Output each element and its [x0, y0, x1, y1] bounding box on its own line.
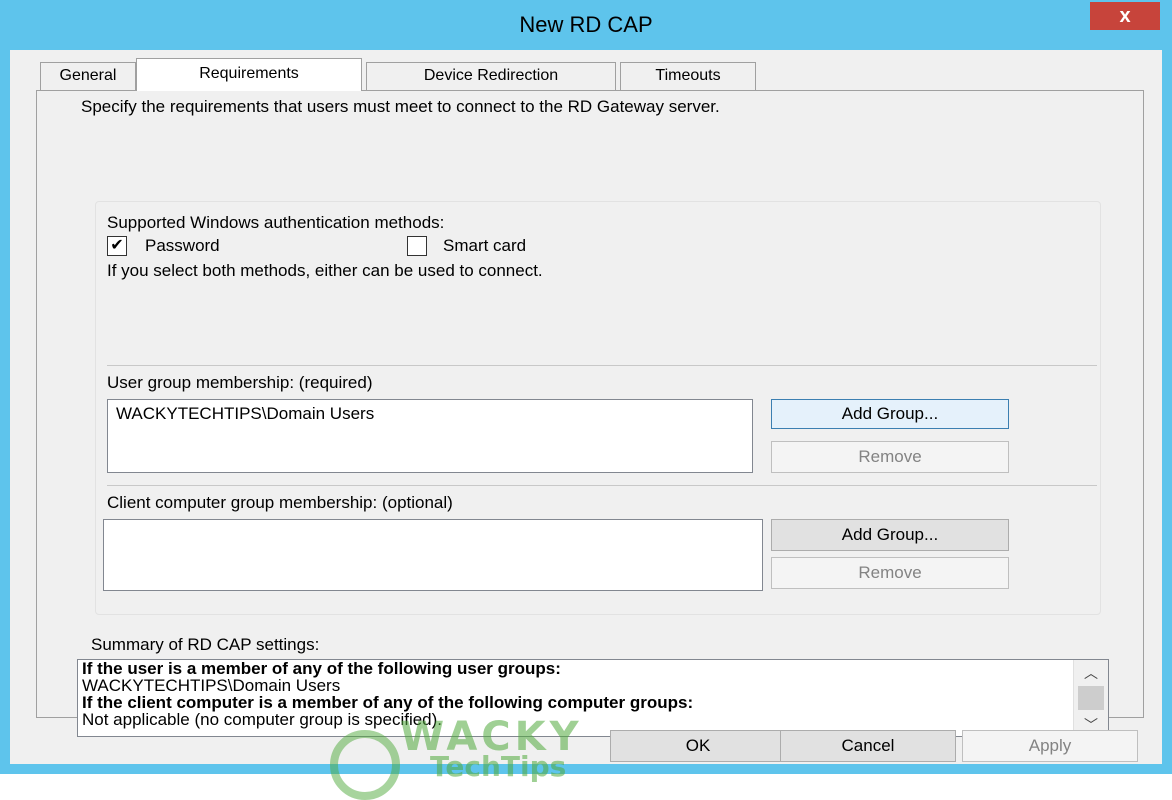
summary-line: If the client computer is a member of an… [82, 693, 694, 712]
window-title: New RD CAP [519, 12, 653, 37]
dialog-client-area: General Requirements Device Redirection … [10, 50, 1162, 800]
apply-button[interactable]: Apply [962, 730, 1138, 762]
tab-requirements[interactable]: Requirements [136, 58, 362, 91]
summary-label: Summary of RD CAP settings: [91, 635, 320, 654]
tab-general[interactable]: General [40, 62, 136, 90]
close-icon: x [1119, 5, 1131, 27]
remove-user-group-button[interactable]: Remove [771, 441, 1009, 473]
both-methods-note: If you select both methods, either can b… [107, 261, 543, 280]
watermark-subtext: TechTips [430, 750, 567, 783]
password-checkbox[interactable]: ✔ [107, 236, 127, 256]
smartcard-checkbox[interactable] [407, 236, 427, 256]
checkmark-icon: ✔ [110, 237, 124, 254]
client-group-list[interactable] [103, 519, 763, 591]
separator [107, 485, 1097, 486]
close-button[interactable]: x [1090, 2, 1160, 30]
list-item[interactable]: WACKYTECHTIPS\Domain Users [116, 404, 374, 424]
summary-scrollbar[interactable]: ︿ ﹀ [1073, 660, 1108, 736]
password-label: Password [145, 236, 220, 255]
dialog-window: New RD CAP x General Requirements Device… [0, 0, 1172, 800]
intro-text: Specify the requirements that users must… [81, 97, 720, 116]
user-group-list[interactable]: WACKYTECHTIPS\Domain Users [107, 399, 753, 473]
tab-timeouts[interactable]: Timeouts [620, 62, 756, 90]
client-group-label: Client computer group membership: (optio… [107, 493, 453, 512]
ok-button[interactable]: OK [610, 730, 786, 762]
requirements-panel: Specify the requirements that users must… [36, 90, 1144, 737]
remove-client-group-button[interactable]: Remove [771, 557, 1009, 589]
tab-device-redirection[interactable]: Device Redirection [366, 62, 616, 90]
watermark-logo-icon [330, 730, 400, 800]
scroll-up-icon[interactable]: ︿ [1074, 664, 1108, 682]
scroll-thumb[interactable] [1078, 686, 1104, 710]
auth-methods-label: Supported Windows authentication methods… [107, 213, 445, 232]
cancel-button[interactable]: Cancel [780, 730, 956, 762]
smartcard-label: Smart card [443, 236, 527, 255]
add-user-group-button[interactable]: Add Group... [771, 399, 1009, 429]
summary-box[interactable]: If the user is a member of any of the fo… [77, 659, 1109, 737]
separator [107, 365, 1097, 366]
add-client-group-button[interactable]: Add Group... [771, 519, 1009, 551]
user-group-label: User group membership: (required) [107, 373, 373, 392]
summary-line: WACKYTECHTIPS\Domain Users [82, 676, 341, 695]
summary-line: If the user is a member of any of the fo… [82, 659, 561, 678]
